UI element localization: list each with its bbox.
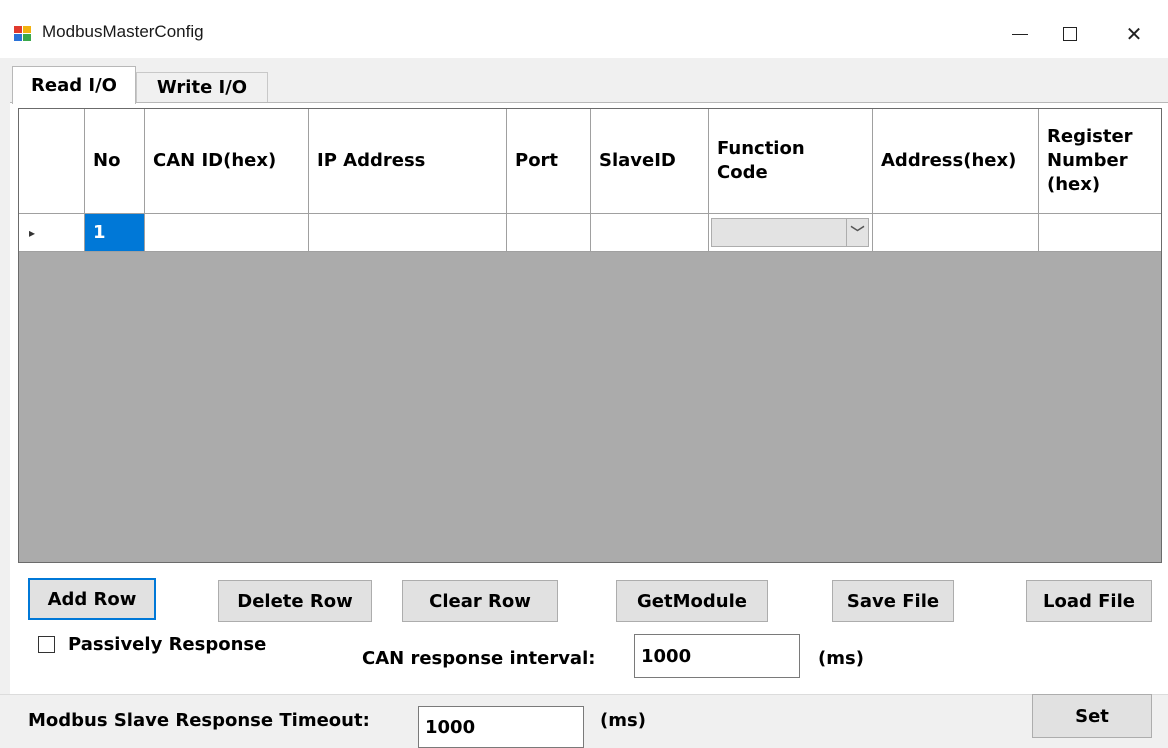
function-code-dropdown[interactable]: ﹀: [711, 218, 869, 247]
passively-response-label[interactable]: Passively Response: [68, 634, 266, 655]
column-header-port[interactable]: Port: [507, 109, 591, 214]
current-row-indicator-icon: ▸: [29, 225, 36, 240]
title-bar: ModbusMasterConfig ✕: [0, 10, 1168, 58]
column-header-function-code[interactable]: Function Code: [709, 109, 873, 214]
clear-row-button[interactable]: Clear Row: [402, 580, 558, 622]
cell-slave-id[interactable]: [591, 214, 709, 252]
add-row-button[interactable]: Add Row: [28, 578, 156, 620]
maximize-icon: [1063, 27, 1077, 41]
can-interval-label: CAN response interval:: [362, 648, 596, 669]
column-header-can-id[interactable]: CAN ID(hex): [145, 109, 309, 214]
timeout-input[interactable]: 1000: [418, 706, 584, 748]
window-title: ModbusMasterConfig: [42, 22, 204, 41]
set-button[interactable]: Set: [1032, 694, 1152, 738]
io-data-grid[interactable]: No CAN ID(hex) IP Address Port SlaveID F…: [18, 108, 1162, 563]
chevron-down-icon[interactable]: ﹀: [846, 219, 868, 246]
cell-function-code[interactable]: ﹀: [709, 214, 873, 252]
column-header-slave-id[interactable]: SlaveID: [591, 109, 709, 214]
cell-no[interactable]: 1: [85, 214, 145, 252]
close-button[interactable]: ✕: [1104, 10, 1164, 58]
close-icon: ✕: [1125, 22, 1143, 46]
column-header-register-number[interactable]: Register Number (hex): [1039, 109, 1161, 214]
table-row[interactable]: ▸ 1 ﹀: [19, 214, 1161, 252]
can-interval-input[interactable]: 1000: [634, 634, 800, 678]
row-header-cell[interactable]: ▸: [19, 214, 85, 252]
tab-write-io[interactable]: Write I/O: [136, 72, 268, 102]
app-window-icon: [14, 26, 32, 42]
tab-read-io[interactable]: Read I/O: [12, 66, 136, 104]
save-file-button[interactable]: Save File: [832, 580, 954, 622]
cell-can-id[interactable]: [145, 214, 309, 252]
top-edge: [0, 0, 1168, 10]
row-header-corner: [19, 109, 85, 214]
maximize-button[interactable]: [1040, 10, 1100, 58]
cell-register-number[interactable]: [1039, 214, 1161, 252]
minimize-icon: [1012, 33, 1028, 35]
can-interval-unit: (ms): [818, 648, 864, 669]
passively-response-checkbox[interactable]: [38, 636, 55, 653]
load-file-button[interactable]: Load File: [1026, 580, 1152, 622]
get-module-button[interactable]: GetModule: [616, 580, 768, 622]
column-header-ip-address[interactable]: IP Address: [309, 109, 507, 214]
timeout-label: Modbus Slave Response Timeout:: [28, 710, 370, 731]
cell-ip-address[interactable]: [309, 214, 507, 252]
delete-row-button[interactable]: Delete Row: [218, 580, 372, 622]
column-header-address[interactable]: Address(hex): [873, 109, 1039, 214]
cell-port[interactable]: [507, 214, 591, 252]
cell-address[interactable]: [873, 214, 1039, 252]
grid-header-row: No CAN ID(hex) IP Address Port SlaveID F…: [19, 109, 1161, 214]
timeout-unit: (ms): [600, 710, 646, 731]
column-header-no[interactable]: No: [85, 109, 145, 214]
